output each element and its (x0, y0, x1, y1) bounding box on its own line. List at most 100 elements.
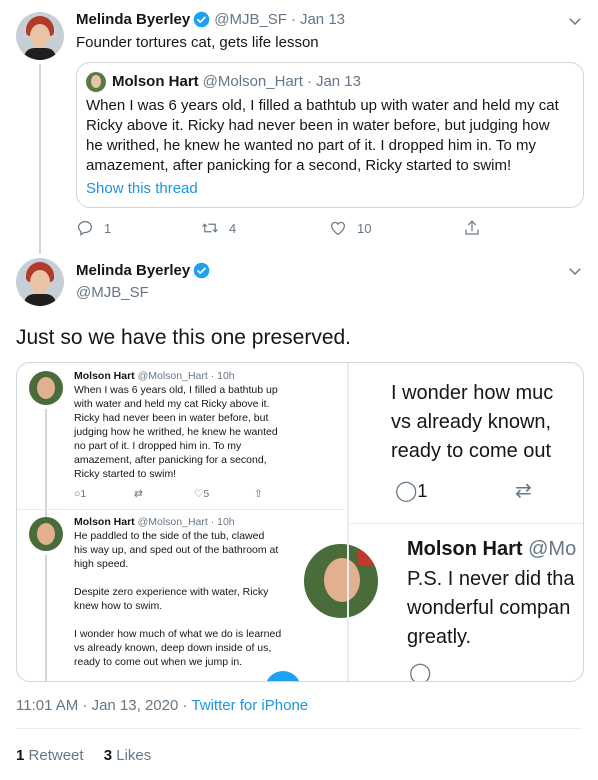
author-handle[interactable]: @MJB_SF (76, 284, 149, 301)
divider (16, 728, 582, 729)
author-name[interactable]: Melinda Byerley (76, 11, 190, 28)
screenshot-line: P.S. I never did tha (407, 568, 575, 590)
quote-header: Molson Hart @Molson_Hart · Jan 13 (112, 73, 361, 90)
screenshot-avatar (29, 517, 63, 551)
screenshot-right-actions: ◯1 ⇄ (395, 477, 532, 506)
quote-text: When I was 6 years old, I filled a batht… (86, 96, 559, 176)
screenshot-retweet-icon: ⇄ (134, 488, 143, 500)
engagement-stats: 1 Retweet 3 Likes (16, 747, 151, 764)
tweet1-header: Melinda Byerley @MJB_SF · Jan 13 (76, 11, 345, 28)
tweet-date[interactable]: Jan 13 (300, 11, 345, 28)
screenshot-line: I wonder how muc (391, 382, 554, 404)
screenshot-avatar (29, 371, 63, 405)
screenshot-t2-header: Molson Hart @Molson_Hart · 10h (74, 515, 235, 529)
screenshot-line: ready to come out when we jump in. (74, 656, 243, 668)
quote-line: amazement, after panicking for a second,… (86, 157, 512, 174)
screenshot-reply: ○1 (74, 488, 87, 500)
author-name[interactable]: Melinda Byerley (76, 262, 190, 279)
screenshot-line: I wonder how much of what we do is learn… (74, 628, 282, 640)
screenshot-left-panel: Molson Hart @Molson_Hart · 10h When I wa… (17, 363, 381, 681)
verified-badge-icon (193, 11, 210, 28)
screenshot-right-text-bottom: P.S. I never did tha wonderful compan gr… (407, 565, 575, 652)
screenshot-name: Molson Hart (74, 370, 135, 382)
reply-button[interactable]: 1 (76, 219, 201, 237)
tweet1-text: Founder tortures cat, gets life lesson (76, 34, 319, 51)
screenshot-line: Despite zero experience with water, Rick… (74, 586, 269, 598)
screenshot-compose-fab (265, 671, 301, 681)
screenshot-line: Ricky started to swim! (74, 468, 177, 480)
screenshot-right-text-top: I wonder how muc vs already known, ready… (391, 379, 553, 466)
author-handle[interactable]: @MJB_SF (214, 11, 287, 28)
screenshot-line: When I was 6 years old, I filled a batht… (74, 384, 278, 396)
screenshot-line (74, 613, 281, 627)
screenshot-line: ready to come out (391, 440, 552, 462)
screenshot-name: Molson Hart (74, 516, 135, 528)
screenshot-line: his way up, and sped out of the bathroom… (74, 544, 279, 556)
reply-count: 1 (104, 220, 112, 236)
screenshot-line: vs already known, (391, 411, 552, 433)
screenshot-right-header: Molson Hart @Mo (407, 535, 576, 564)
screenshot-line: judging how he writhed, he knew he wante… (74, 426, 278, 438)
attached-screenshot-image[interactable]: Molson Hart @Molson_Hart · 10h When I wa… (16, 362, 584, 682)
retweet-label: Retweet (28, 747, 84, 764)
like-button[interactable]: 10 (329, 219, 463, 237)
reply-icon (78, 221, 92, 236)
screenshot-line: amazement, after panicking for a second, (74, 454, 267, 466)
tweet-timestamp[interactable]: 11:01 AM · Jan 13, 2020 (16, 697, 178, 714)
quote-line: Ricky above it. Ricky had never been in … (86, 117, 550, 134)
screenshot-separator (17, 509, 345, 510)
screenshot-line: vs already known, deep down inside of us… (74, 642, 272, 654)
tweet-source-link[interactable]: Twitter for iPhone (191, 697, 308, 714)
screenshot-handle: @Mo (528, 538, 577, 560)
screenshot-line: Ricky had never been in water before, bu… (74, 412, 269, 424)
screenshot-line: wonderful compan (407, 597, 571, 619)
like-label: Likes (116, 747, 152, 764)
screenshot-line: with water and held my cat Ricky above i… (74, 398, 270, 410)
screenshot-reply-icon: ◯ (409, 662, 432, 682)
screenshot-line: He paddled to the side of the tub, clawe… (74, 530, 265, 542)
tweet2-header: Melinda Byerley (76, 262, 210, 279)
screenshot-thread-line (45, 555, 47, 681)
meta-separator: · (306, 73, 312, 90)
screenshot-like: ♡5 (194, 488, 210, 500)
like-icon (331, 221, 345, 236)
tweet2-text: Just so we have this one preserved. (16, 326, 352, 349)
screenshot-meta: @Molson_Hart · 10h (137, 370, 235, 382)
screenshot-t1-header: Molson Hart @Molson_Hart · 10h (74, 369, 235, 383)
avatar-melinda[interactable] (16, 12, 64, 60)
quote-author-handle: @Molson_Hart (202, 73, 303, 90)
share-button[interactable] (463, 219, 481, 237)
screenshot-retweet-icon: ⇄ (515, 480, 532, 502)
screenshot-t2-text: He paddled to the side of the tub, clawe… (74, 529, 281, 669)
retweet-icon (202, 223, 218, 233)
like-count: 10 (357, 220, 372, 236)
screenshot-separator (349, 523, 583, 524)
like-count: 3 (103, 747, 113, 764)
thread-line (39, 64, 41, 254)
screenshot-name: Molson Hart (407, 538, 523, 560)
screenshot-right-panel: I wonder how muc vs already known, ready… (349, 363, 583, 682)
tweet2-handle-row: @MJB_SF (76, 284, 149, 301)
quote-line: When I was 6 years old, I filled a batht… (86, 97, 559, 114)
chevron-down-icon[interactable] (566, 262, 584, 280)
screenshot-thread-line (45, 409, 47, 521)
retweets-stat[interactable]: 1 Retweet (16, 747, 84, 764)
chevron-down-icon[interactable] (566, 12, 584, 30)
retweet-button[interactable]: 4 (201, 219, 329, 237)
avatar-melinda[interactable] (16, 258, 64, 306)
show-thread-link[interactable]: Show this thread (86, 179, 198, 199)
meta-separator: · (290, 11, 296, 28)
verified-badge-icon (193, 262, 210, 279)
quoted-tweet-card[interactable]: Molson Hart @Molson_Hart · Jan 13 When I… (76, 62, 584, 208)
avatar-molson (86, 72, 106, 92)
tweet-timestamp-row: 11:01 AM · Jan 13, 2020 · Twitter for iP… (16, 697, 308, 714)
likes-stat[interactable]: 3 Likes (104, 747, 152, 764)
screenshot-line: no part of it. I dropped him in. To my (74, 440, 242, 452)
screenshot-t1-text: When I was 6 years old, I filled a batht… (74, 383, 278, 481)
screenshot-line (74, 571, 281, 585)
screenshot-line: high speed. (74, 558, 129, 570)
share-icon (465, 220, 479, 235)
quote-date: Jan 13 (315, 73, 361, 90)
screenshot-t1-actions: ○1 ⇄ ♡5 ⇧ (74, 487, 294, 501)
tweet1-actions: 1 4 10 (76, 219, 481, 237)
